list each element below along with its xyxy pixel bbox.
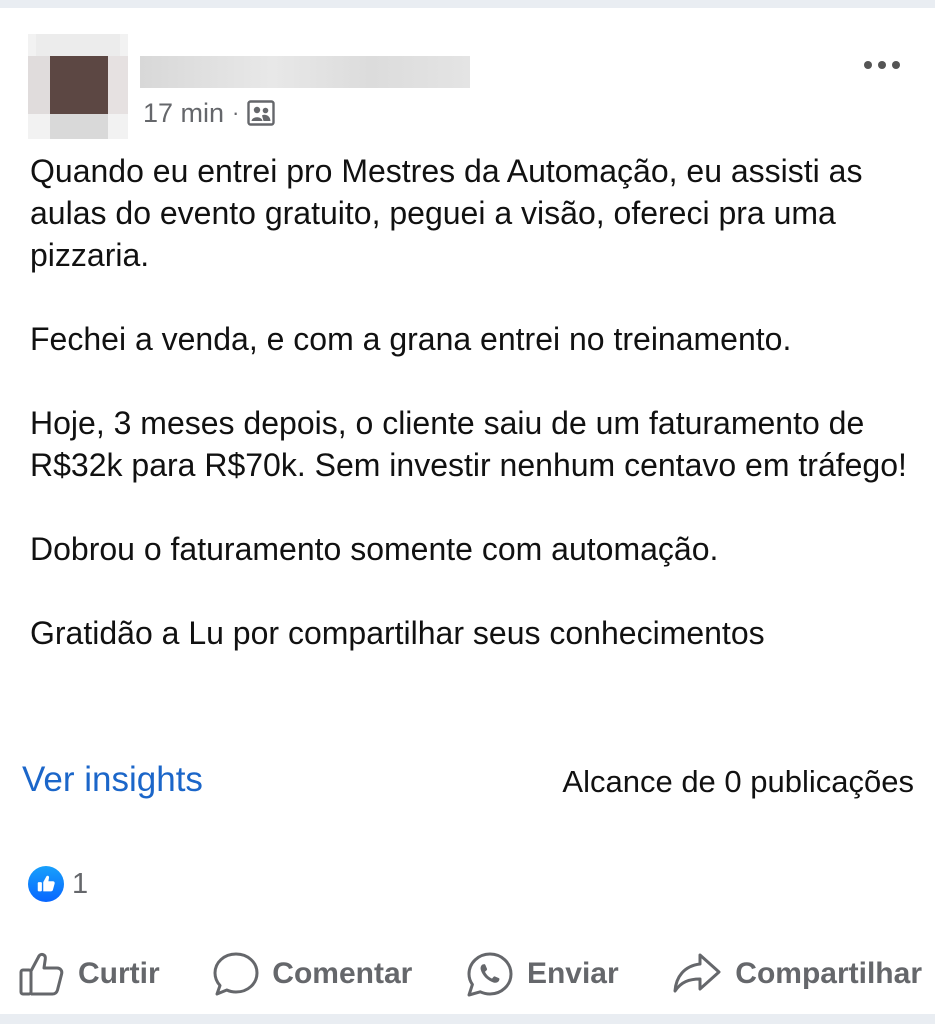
comment-bubble-icon — [212, 951, 260, 997]
post-paragraph-1: Quando eu entrei pro Mestres da Automaçã… — [30, 153, 863, 273]
post-reach-text: Alcance de 0 publicações — [562, 764, 914, 799]
post-text: Quando eu entrei pro Mestres da Automaçã… — [30, 150, 920, 654]
more-options-icon[interactable] — [856, 50, 908, 80]
author-name-redacted[interactable] — [140, 56, 470, 88]
meta-separator: · — [232, 100, 240, 125]
reactions-summary[interactable]: 1 — [28, 866, 88, 902]
comment-button[interactable]: Comentar — [212, 951, 412, 997]
post-paragraph-4: Dobrou o faturamento somente com automaç… — [30, 531, 719, 567]
avatar[interactable] — [28, 34, 128, 139]
post-timestamp[interactable]: 17 min — [143, 98, 224, 129]
post-card: 17 min · Quando eu entrei pro Mestres da… — [0, 8, 935, 1014]
friends-audience-icon[interactable] — [247, 100, 276, 126]
post-paragraph-5: Gratidão a Lu por compartilhar seus conh… — [30, 615, 765, 651]
post-paragraph-2: Fechei a venda, e com a grana entrei no … — [30, 321, 792, 357]
like-reaction-icon — [28, 866, 64, 902]
reaction-count: 1 — [72, 867, 89, 900]
view-insights-link[interactable]: Ver insights — [22, 760, 203, 800]
send-whatsapp-button[interactable]: Enviar — [465, 950, 619, 998]
share-label: Compartilhar — [735, 957, 922, 990]
share-arrow-icon — [671, 951, 723, 997]
like-label: Curtir — [78, 957, 160, 990]
thumbs-up-icon — [18, 951, 66, 997]
like-button[interactable]: Curtir — [18, 951, 160, 997]
post-action-bar: Curtir Comentar Enviar Compartilhar — [18, 946, 922, 1002]
share-button[interactable]: Compartilhar — [671, 951, 922, 997]
send-label: Enviar — [526, 957, 619, 990]
whatsapp-icon — [465, 950, 515, 998]
comment-label: Comentar — [272, 957, 413, 990]
post-meta: 17 min · — [143, 96, 276, 130]
post-paragraph-3: Hoje, 3 meses depois, o cliente saiu de … — [30, 405, 907, 483]
